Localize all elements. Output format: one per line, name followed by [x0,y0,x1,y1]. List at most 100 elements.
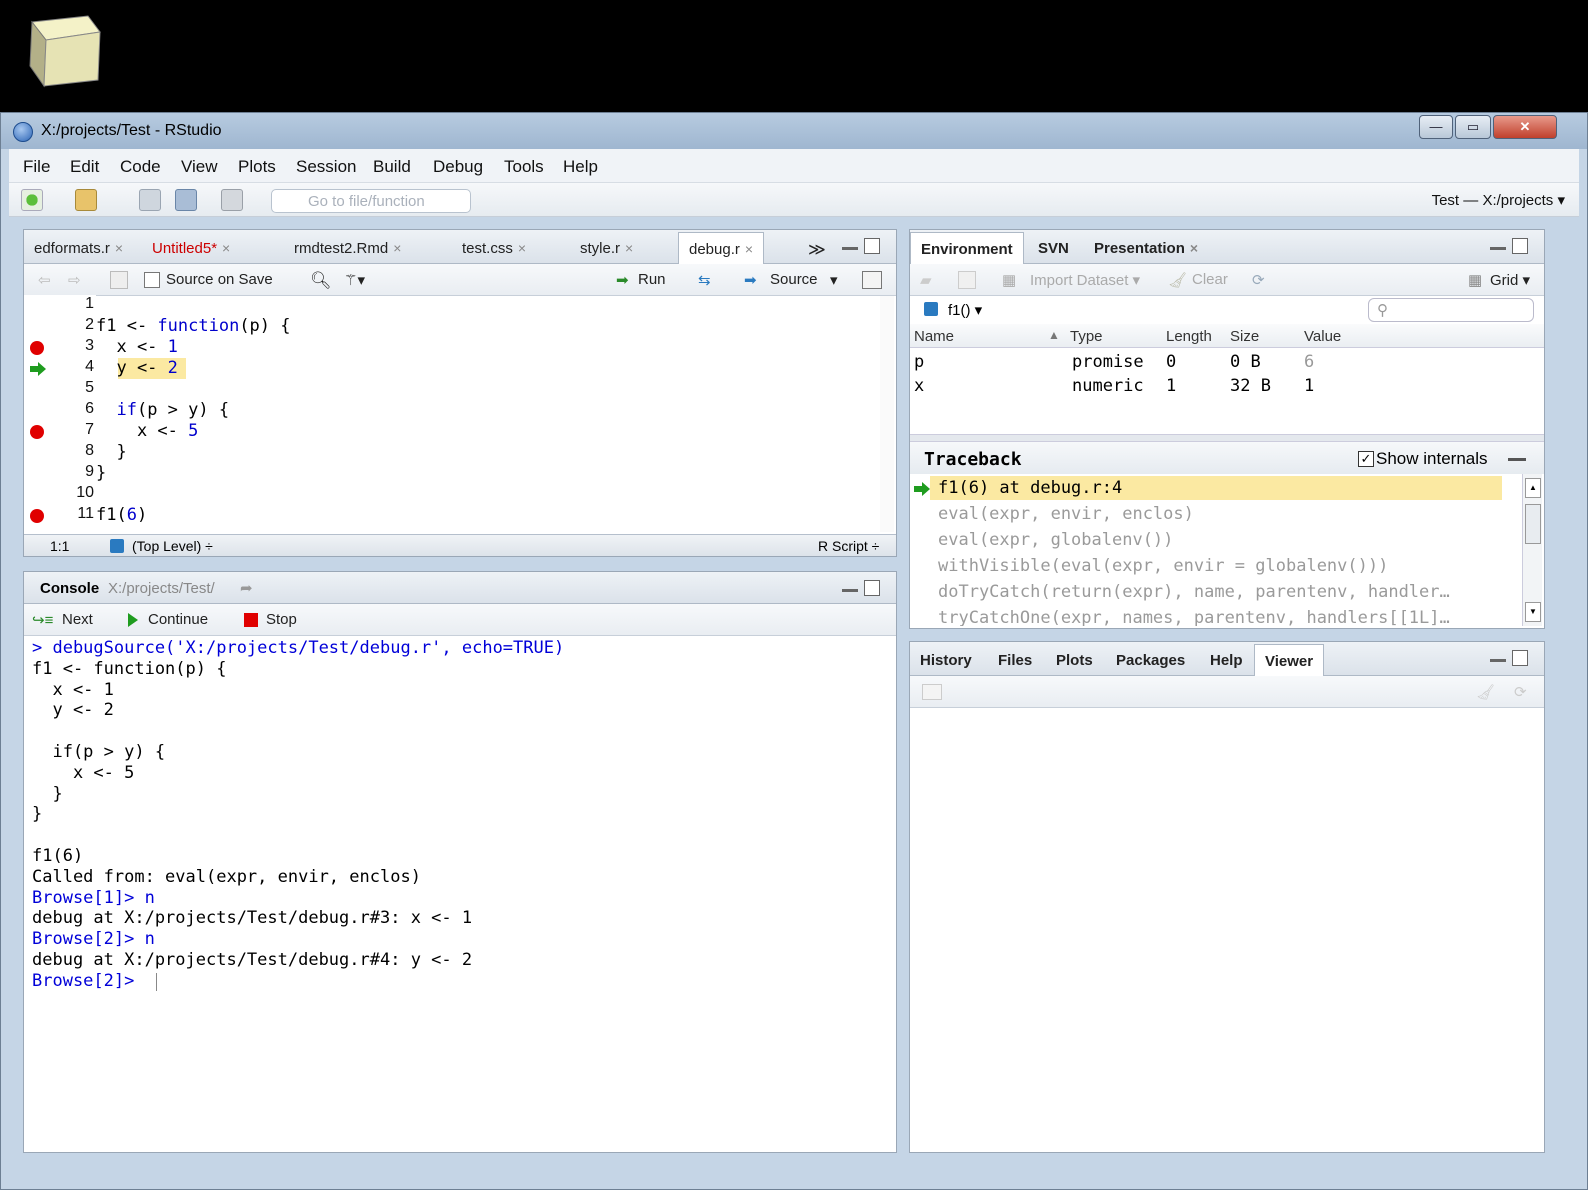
close-button[interactable]: ✕ [1493,115,1557,139]
minimize-pane-icon[interactable] [1490,238,1506,250]
tab-help[interactable]: Help [1200,644,1253,676]
traceback-frame[interactable]: withVisible(eval(expr, envir = globalenv… [938,556,1388,576]
refresh-icon[interactable]: ⟳ [1514,683,1527,701]
traceback-scrollbar[interactable]: ▲ ▼ [1522,474,1542,626]
clear-viewer-icon[interactable]: 🧹︎ [1476,683,1495,701]
tab-style-r[interactable]: style.r × [570,232,643,264]
search-icon[interactable]: 🔍︎ [310,271,332,291]
go-to-file-input[interactable]: Go to file/function [271,189,471,213]
traceback-frame[interactable]: doTryCatch(return(expr), name, parentenv… [938,582,1450,602]
environment-search-input[interactable]: ⚲ [1368,298,1534,322]
menu-debug[interactable]: Debug [433,157,483,177]
tab-test-css[interactable]: test.css × [452,232,536,264]
tab-plots[interactable]: Plots [1046,644,1103,676]
maximize-pane-icon[interactable] [1512,650,1528,666]
maximize-pane-icon[interactable] [864,580,880,596]
next-button[interactable]: Next [62,611,93,628]
pane-minmax[interactable] [842,238,882,256]
col-type[interactable]: Type [1070,328,1103,345]
scroll-down-icon[interactable]: ▼ [1525,602,1541,622]
menu-edit[interactable]: Edit [70,157,99,177]
outline-icon[interactable] [862,271,882,289]
pane-minmax[interactable] [1490,238,1530,256]
traceback-frame[interactable]: eval(expr, globalenv()) [938,530,1173,550]
tab-presentation[interactable]: Presentation × [1084,232,1208,264]
close-tab-icon[interactable]: × [1190,240,1198,256]
menu-plots[interactable]: Plots [238,157,276,177]
tab-viewer[interactable]: Viewer [1254,644,1325,676]
menu-build[interactable]: Build [373,157,411,177]
minimize-button[interactable]: — [1419,115,1453,139]
tab-debug-r[interactable]: debug.r × [678,232,765,264]
print-icon[interactable] [221,189,243,211]
scope-selector[interactable]: (Top Level) ÷ [132,538,213,554]
source-on-save-checkbox[interactable] [144,272,160,288]
menu-view[interactable]: View [181,157,218,177]
run-button[interactable]: Run [638,271,666,288]
source-dropdown-icon[interactable]: ▾ [830,271,838,289]
forward-arrow-icon[interactable]: ⇨ [68,271,81,289]
maximize-pane-icon[interactable] [1512,238,1528,254]
file-type-selector[interactable]: R Script ÷ [818,538,879,554]
refresh-icon[interactable]: ⟳ [1252,271,1265,289]
close-tab-icon[interactable]: × [518,240,526,256]
tab-files[interactable]: Files [988,644,1042,676]
magic-wand-icon[interactable]: ⚚▾ [344,271,365,289]
col-name[interactable]: Name [914,328,954,345]
console-cursor[interactable] [156,972,157,991]
traceback-frame[interactable]: f1(6) at debug.r:4 [938,478,1122,498]
menu-session[interactable]: Session [296,157,356,177]
show-internals-checkbox[interactable]: ✓ [1358,451,1374,467]
minimize-pane-icon[interactable] [842,580,858,592]
console-title[interactable]: Console [40,580,99,597]
environment-frame-selector[interactable]: f1() ▾ [948,301,982,319]
breakpoint-icon[interactable] [30,341,44,355]
go-to-directory-icon[interactable]: ➦ [240,579,253,597]
menu-file[interactable]: File [23,157,50,177]
project-menu[interactable]: Test — X:/projects ▾ [1432,191,1565,209]
tab-packages[interactable]: Packages [1106,644,1195,676]
tab-untitled5[interactable]: Untitled5* × [142,232,240,264]
tab-history[interactable]: History [910,644,982,676]
tab-rmdtest2[interactable]: rmdtest2.Rmd × [284,232,411,264]
new-file-icon[interactable] [21,189,43,211]
save-icon[interactable] [139,189,161,211]
grid-view-dropdown[interactable]: Grid ▾ [1490,271,1530,289]
pane-minmax[interactable] [842,580,882,598]
tab-edformats[interactable]: edformats.r × [24,232,133,264]
editor-scrollbar[interactable] [880,296,894,532]
tab-svn[interactable]: SVN [1028,232,1079,264]
close-tab-icon[interactable]: × [745,241,753,257]
maximize-pane-icon[interactable] [864,238,880,254]
col-value[interactable]: Value [1304,328,1341,345]
splitter[interactable] [910,434,1544,442]
tab-environment[interactable]: Environment [910,232,1024,264]
save-all-icon[interactable] [175,189,197,211]
menu-tools[interactable]: Tools [504,157,544,177]
traceback-frame[interactable]: eval(expr, envir, enclos) [938,504,1194,524]
clear-button[interactable]: Clear [1192,271,1228,288]
close-tab-icon[interactable]: × [625,240,633,256]
stop-button[interactable]: Stop [266,611,297,628]
traceback-frame[interactable]: tryCatchOne(expr, names, parentenv, hand… [938,608,1450,626]
more-tabs-button[interactable]: ≫ [798,232,836,264]
close-tab-icon[interactable]: × [222,240,230,256]
maximize-button[interactable]: ▭ [1455,115,1491,139]
scroll-thumb[interactable] [1525,504,1541,544]
import-dataset-button[interactable]: Import Dataset ▾ [1030,271,1140,289]
minimize-pane-icon[interactable] [1490,650,1506,662]
minimize-pane-icon[interactable] [842,238,858,250]
rerun-icon[interactable]: ⇆ [698,271,711,289]
scroll-up-icon[interactable]: ▲ [1525,478,1541,498]
continue-button[interactable]: Continue [148,611,208,628]
save-icon[interactable] [110,271,128,289]
load-workspace-icon[interactable]: ▰ [920,271,932,289]
back-arrow-icon[interactable]: ⇦ [38,271,51,289]
export-icon[interactable] [922,684,942,700]
breakpoint-icon[interactable] [30,509,44,523]
save-workspace-icon[interactable] [958,271,976,289]
close-tab-icon[interactable]: × [115,240,123,256]
source-button[interactable]: Source [770,271,818,288]
code-area[interactable]: f1 <- function(p) { x <- 1 y <- 2 if(p >… [96,295,291,526]
menu-help[interactable]: Help [563,157,598,177]
